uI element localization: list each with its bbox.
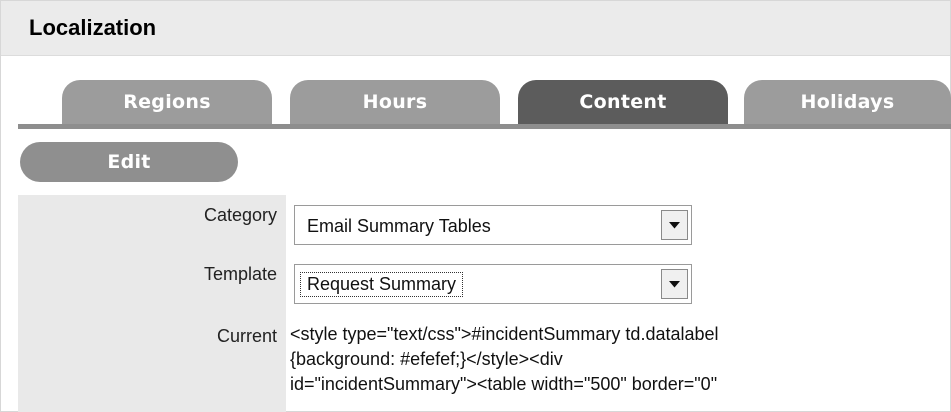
current-content-line: <style type="text/css">#incidentSummary … xyxy=(290,324,719,344)
template-select[interactable]: Request Summary xyxy=(294,264,692,304)
tab-regions[interactable]: Regions xyxy=(62,80,272,124)
tab-holidays[interactable]: Holidays xyxy=(744,80,951,124)
page-title: Localization xyxy=(29,15,157,40)
panel-header: Localization xyxy=(1,1,950,56)
category-select-value: Email Summary Tables xyxy=(307,216,491,236)
template-label: Template xyxy=(203,264,277,284)
tab-label: Regions xyxy=(123,91,211,113)
current-content-line: id="incidentSummary"><table width="500" … xyxy=(290,374,718,394)
category-select[interactable]: Email Summary Tables xyxy=(294,205,692,245)
category-label: Category xyxy=(203,205,277,225)
tab-hours[interactable]: Hours xyxy=(290,80,500,124)
current-label: Current xyxy=(216,326,277,346)
tab-label: Hours xyxy=(362,91,428,113)
chevron-down-icon[interactable] xyxy=(661,269,688,299)
tab-divider xyxy=(18,124,951,129)
edit-button-label: Edit xyxy=(107,151,151,173)
tab-label: Content xyxy=(579,91,667,113)
chevron-down-icon[interactable] xyxy=(661,210,688,240)
tab-content[interactable]: Content xyxy=(518,80,728,124)
form-label-column xyxy=(18,195,286,412)
current-content-line: {background: #efefef;}</style><div xyxy=(290,349,563,369)
tab-label: Holidays xyxy=(800,91,895,113)
template-select-value: Request Summary xyxy=(300,272,464,297)
current-template-content: <style type="text/css">#incidentSummary … xyxy=(290,322,920,397)
edit-button[interactable]: Edit xyxy=(20,142,238,182)
